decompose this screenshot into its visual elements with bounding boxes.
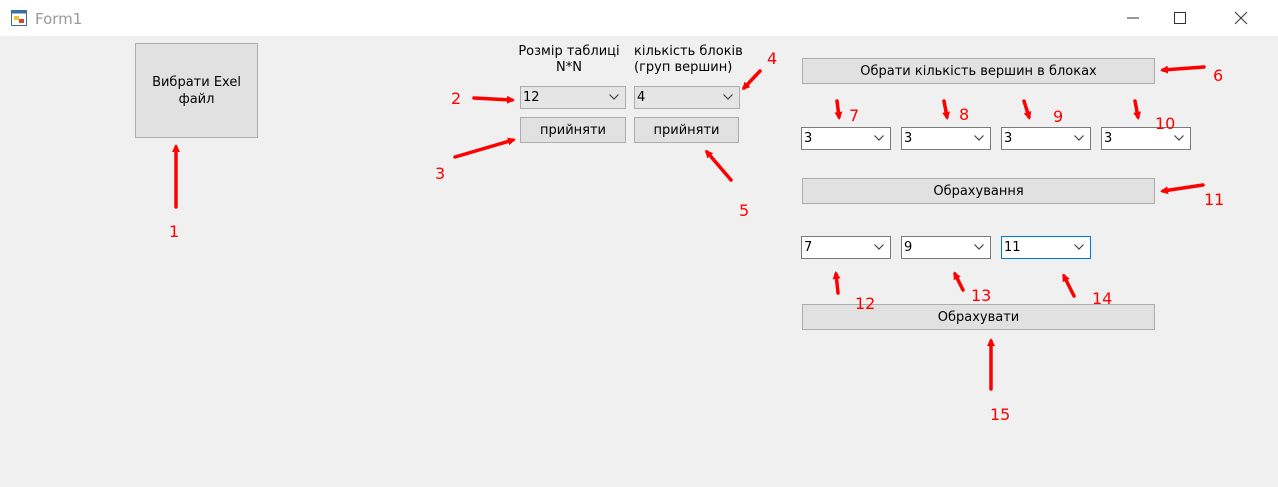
annotation-14: 14 [1092,289,1113,308]
annotation-7: 7 [849,106,860,125]
red-arrow-icon [832,271,841,295]
annotation-12: 12 [855,294,876,313]
annotation-15: 15 [990,405,1011,424]
annotation-3: 3 [435,164,446,183]
annotation-9: 9 [1053,107,1064,126]
annotation-4: 4 [767,49,778,68]
red-arrow-icon [705,149,733,182]
red-arrow-icon [472,95,515,104]
annotation-6: 6 [1213,66,1224,85]
red-arrow-icon [953,271,965,292]
annotation-arrows [172,65,1206,391]
red-arrow-icon [1133,99,1142,120]
red-arrow-icon [942,99,951,120]
annotation-2: 2 [451,89,462,108]
red-arrow-icon [1160,183,1205,195]
annotation-13: 13 [971,286,992,305]
red-arrow-icon [741,69,762,91]
red-arrow-icon [1062,273,1076,298]
red-arrow-icon [1022,99,1032,120]
annotation-8: 8 [959,105,970,124]
annotation-1: 1 [169,222,180,241]
annotation-11: 11 [1204,190,1225,209]
annotation-5: 5 [739,201,750,220]
red-arrow-icon [1160,65,1206,74]
red-arrow-icon [834,99,843,120]
annotation-10: 10 [1155,114,1176,133]
red-arrow-icon [453,137,516,159]
